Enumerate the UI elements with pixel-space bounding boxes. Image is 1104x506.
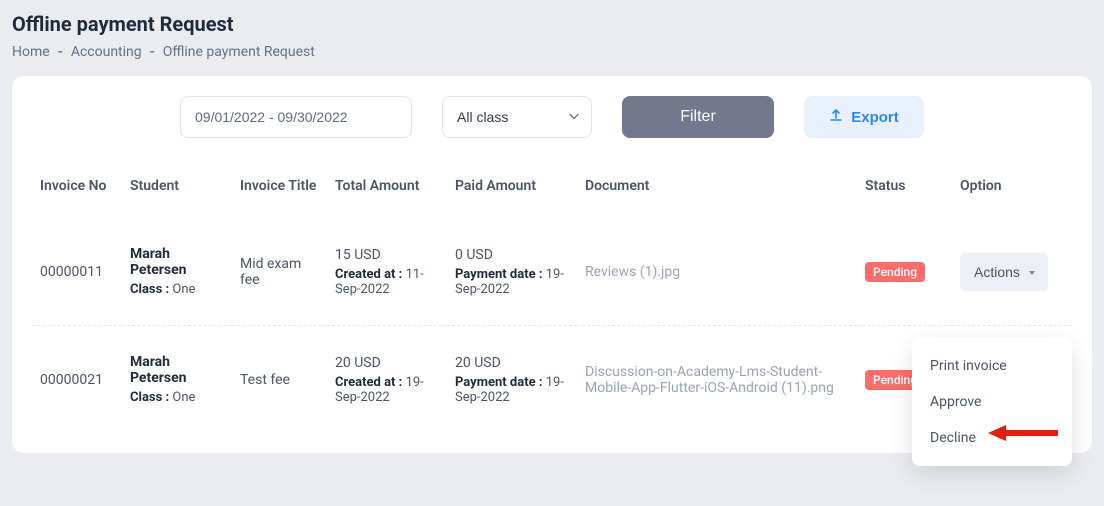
th-total-amount: Total Amount	[327, 168, 447, 218]
export-icon	[829, 108, 843, 126]
document-link[interactable]: Discussion-on-Academy-Lms-Student-Mobile…	[585, 364, 834, 396]
filters-row: All class Filter Export	[32, 96, 1072, 138]
table-row: 00000011 Marah Petersen Class : One Mid …	[32, 218, 1072, 326]
cell-document: Discussion-on-Academy-Lms-Student-Mobile…	[577, 326, 857, 434]
cell-total-amount: 20 USD Created at : 19-Sep-2022	[327, 326, 447, 434]
cell-document: Reviews (1).jpg	[577, 218, 857, 326]
total-amount-value: 20 USD	[335, 355, 439, 371]
cell-invoice-title: Mid exam fee	[232, 218, 327, 326]
cell-student: Marah Petersen Class : One	[122, 326, 232, 434]
breadcrumb-accounting[interactable]: Accounting	[71, 44, 142, 60]
dropdown-approve[interactable]: Approve	[912, 384, 1072, 420]
total-created: Created at : 11-Sep-2022	[335, 267, 439, 297]
dropdown-decline[interactable]: Decline	[912, 420, 1072, 456]
actions-button[interactable]: Actions	[960, 253, 1048, 291]
cell-status: Pending	[857, 218, 952, 326]
export-label: Export	[851, 109, 899, 126]
breadcrumb-home[interactable]: Home	[12, 44, 50, 60]
class-select-wrapper: All class	[442, 96, 592, 138]
page-title: Offline payment Request	[12, 12, 1092, 36]
cell-invoice-no: 00000021	[32, 326, 122, 434]
th-status: Status	[857, 168, 952, 218]
cell-invoice-title: Test fee	[232, 326, 327, 434]
cell-paid-amount: 20 USD Payment date : 19-Sep-2022	[447, 326, 577, 434]
breadcrumb-sep: -	[150, 44, 155, 60]
content-card: All class Filter Export Invoice No Stude…	[12, 76, 1092, 453]
caret-down-icon	[1028, 264, 1036, 280]
cell-student: Marah Petersen Class : One	[122, 218, 232, 326]
student-name: Marah Petersen	[130, 354, 224, 386]
breadcrumb-sep: -	[58, 44, 63, 60]
paid-date: Payment date : 19-Sep-2022	[455, 375, 569, 405]
th-document: Document	[577, 168, 857, 218]
paid-amount-value: 0 USD	[455, 247, 569, 263]
document-link[interactable]: Reviews (1).jpg	[585, 264, 680, 280]
total-amount-value: 15 USD	[335, 247, 439, 263]
th-option: Option	[952, 168, 1072, 218]
th-paid-amount: Paid Amount	[447, 168, 577, 218]
total-created: Created at : 19-Sep-2022	[335, 375, 439, 405]
class-select[interactable]: All class	[442, 96, 592, 138]
dropdown-print-invoice[interactable]: Print invoice	[912, 348, 1072, 384]
actions-label: Actions	[974, 264, 1020, 280]
th-student: Student	[122, 168, 232, 218]
status-badge: Pending	[865, 262, 925, 282]
paid-date: Payment date : 19-Sep-2022	[455, 267, 569, 297]
cell-invoice-no: 00000011	[32, 218, 122, 326]
cell-option: Actions	[952, 218, 1072, 326]
student-class: Class : One	[130, 390, 224, 405]
filter-button[interactable]: Filter	[622, 96, 774, 138]
breadcrumb: Home - Accounting - Offline payment Requ…	[12, 44, 1092, 60]
th-invoice-no: Invoice No	[32, 168, 122, 218]
date-range-input[interactable]	[180, 96, 412, 138]
breadcrumb-current: Offline payment Request	[163, 44, 315, 60]
actions-dropdown: Print invoice Approve Decline	[912, 338, 1072, 466]
th-invoice-title: Invoice Title	[232, 168, 327, 218]
paid-amount-value: 20 USD	[455, 355, 569, 371]
student-name: Marah Petersen	[130, 246, 224, 278]
cell-total-amount: 15 USD Created at : 11-Sep-2022	[327, 218, 447, 326]
student-class: Class : One	[130, 282, 224, 297]
cell-paid-amount: 0 USD Payment date : 19-Sep-2022	[447, 218, 577, 326]
export-button[interactable]: Export	[804, 96, 924, 138]
